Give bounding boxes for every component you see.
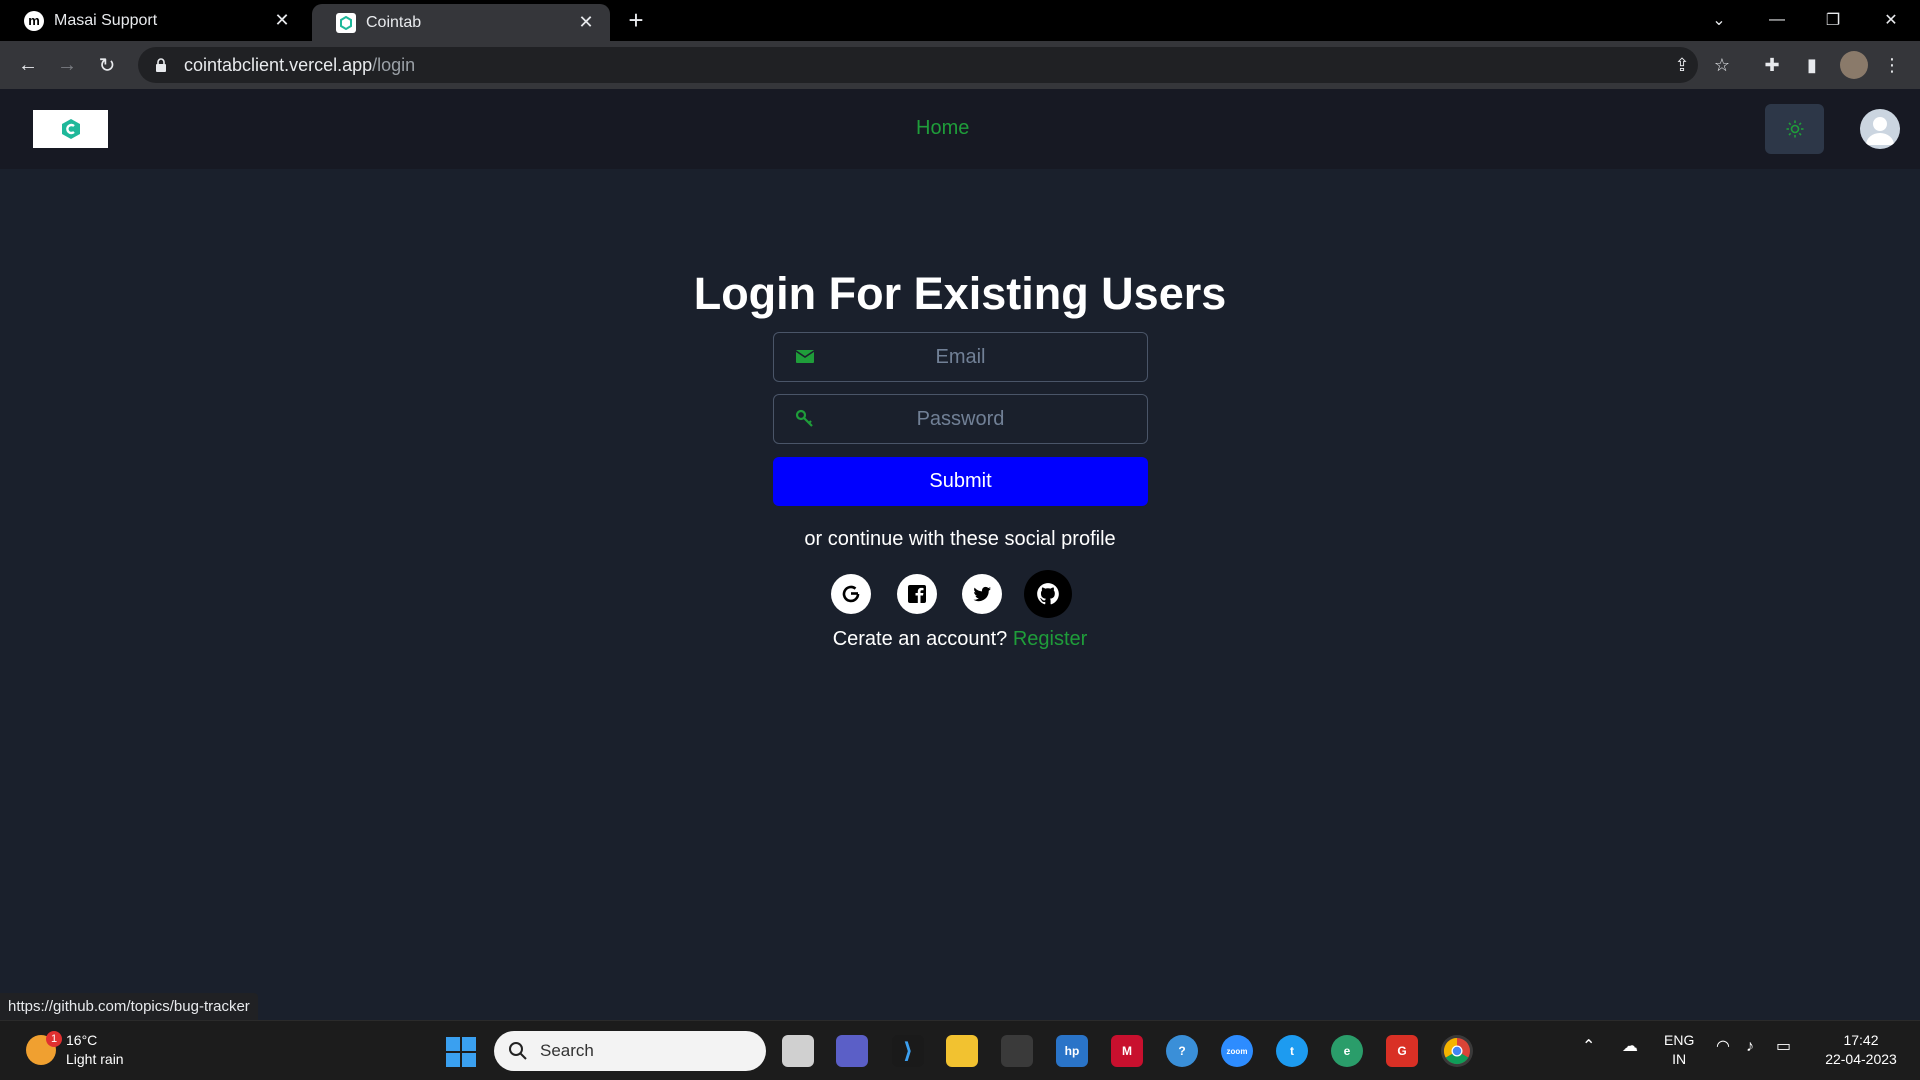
github-icon (1037, 583, 1059, 605)
site-navbar: Home (0, 89, 1920, 169)
password-input[interactable] (774, 395, 1147, 443)
mcafee-icon[interactable]: M (1111, 1035, 1143, 1067)
url-host: cointabclient.vercel.app (184, 54, 373, 75)
taskbar-search[interactable]: Search (494, 1031, 766, 1071)
browser-profile-avatar[interactable] (1840, 51, 1868, 79)
register-line: Cerate an account? Register (0, 628, 1920, 651)
weather-badge: 1 (46, 1031, 62, 1047)
gmail-icon[interactable]: G (1386, 1035, 1418, 1067)
google-icon (842, 585, 860, 603)
register-prompt: Cerate an account? (832, 628, 1008, 650)
reload-icon[interactable]: ↻ (93, 51, 121, 79)
status-bar-url: https://github.com/topics/bug-tracker (0, 993, 258, 1020)
search-icon (509, 1042, 527, 1060)
tray-overflow-chevron-icon[interactable]: ⌃ (1582, 1037, 1595, 1056)
wifi-icon[interactable]: ◠ (1716, 1037, 1730, 1056)
tab-cointab[interactable]: Cointab ✕ (312, 4, 610, 41)
more-menu-icon[interactable]: ⋮ (1880, 53, 1904, 77)
browser-toolbar: ← → ↻ cointabclient.vercel.app/login ⇪ ☆… (0, 41, 1920, 89)
tab-search-chevron-icon[interactable]: ⌄ (1704, 6, 1734, 34)
submit-button[interactable]: Submit (773, 457, 1148, 506)
cointab-logo[interactable] (33, 110, 108, 148)
email-field[interactable] (773, 332, 1148, 382)
social-login-text: or continue with these social profile (804, 528, 1116, 550)
key-icon (795, 409, 813, 427)
side-panel-icon[interactable]: ▮ (1800, 53, 1824, 77)
edge-icon[interactable]: e (1331, 1035, 1363, 1067)
nav-home-link[interactable]: Home (916, 117, 969, 140)
cointab-favicon-icon (336, 12, 356, 33)
tab-masai-support[interactable]: m Masai Support ✕ (0, 0, 306, 41)
zoom-icon[interactable]: zoom (1221, 1035, 1253, 1067)
url-path: /login (372, 54, 416, 75)
google-login-button[interactable] (831, 574, 871, 614)
teams-chat-icon[interactable] (836, 1035, 868, 1067)
email-input[interactable] (774, 333, 1147, 381)
clock[interactable]: 17:42 22-04-2023 (1818, 1031, 1904, 1069)
lock-icon (156, 58, 166, 72)
windows-taskbar: 1 16°C Light rain Search ⟩ hp M ? zoom t… (0, 1020, 1920, 1080)
windows-start-icon[interactable] (446, 1037, 476, 1067)
github-login-button[interactable] (1024, 570, 1072, 618)
back-arrow-icon[interactable]: ← (14, 51, 42, 79)
new-tab-plus-icon[interactable]: + (624, 7, 648, 33)
close-icon[interactable]: ✕ (576, 12, 596, 33)
clock-time: 17:42 (1843, 1032, 1879, 1048)
address-bar[interactable]: cointabclient.vercel.app/login (138, 47, 1698, 83)
register-link[interactable]: Register (1013, 628, 1087, 650)
sun-icon (1786, 120, 1803, 138)
window-close-icon[interactable]: ✕ (1876, 6, 1906, 34)
browser-tab-strip: m Masai Support ✕ Cointab ✕ + ⌄ — ❐ ✕ (0, 0, 1920, 41)
task-view-icon[interactable] (782, 1035, 814, 1067)
restore-icon[interactable]: ❐ (1818, 6, 1848, 34)
user-icon (1866, 117, 1894, 145)
masai-favicon-icon: m (24, 10, 44, 31)
facebook-icon (908, 585, 926, 603)
password-field[interactable] (773, 394, 1148, 444)
tab-title: Masai Support (54, 11, 158, 29)
close-icon[interactable]: ✕ (272, 10, 292, 31)
search-label: Search (540, 1041, 594, 1060)
envelope-icon (795, 350, 815, 363)
battery-icon[interactable]: ▭ (1776, 1037, 1791, 1056)
cointab-logo-icon (61, 119, 80, 139)
share-icon[interactable]: ⇪ (1670, 53, 1694, 77)
minimize-icon[interactable]: — (1762, 6, 1792, 34)
microsoft-store-icon[interactable] (1001, 1035, 1033, 1067)
lang-line1: ENG (1664, 1032, 1695, 1048)
onedrive-icon[interactable]: ☁ (1622, 1037, 1638, 1056)
facebook-login-button[interactable] (897, 574, 937, 614)
weather-desc: Light rain (66, 1051, 124, 1067)
twitter-icon (973, 586, 991, 602)
twitter-app-icon[interactable]: t (1276, 1035, 1308, 1067)
tab-title: Cointab (366, 13, 422, 31)
chrome-logo-icon (1443, 1037, 1470, 1065)
bookmark-star-icon[interactable]: ☆ (1710, 53, 1734, 77)
language-indicator[interactable]: ENG IN (1664, 1031, 1694, 1069)
help-icon[interactable]: ? (1166, 1035, 1198, 1067)
weather-temp: 16°C (66, 1032, 98, 1048)
file-explorer-icon[interactable] (946, 1035, 978, 1067)
weather-widget[interactable]: 1 16°C Light rain (26, 1031, 124, 1069)
twitter-login-button[interactable] (962, 574, 1002, 614)
clock-date: 22-04-2023 (1825, 1051, 1897, 1067)
volume-icon[interactable]: ♪ (1746, 1037, 1754, 1056)
weather-rain-icon: 1 (26, 1031, 62, 1065)
chrome-icon[interactable] (1441, 1035, 1473, 1067)
extensions-puzzle-icon[interactable]: ✚ (1760, 53, 1784, 77)
theme-toggle-button[interactable] (1765, 104, 1824, 154)
forward-arrow-icon[interactable]: → (53, 51, 81, 79)
user-avatar[interactable] (1860, 109, 1900, 149)
login-title: Login For Existing Users (693, 268, 1227, 319)
vscode-icon[interactable]: ⟩ (892, 1035, 924, 1067)
lang-line2: IN (1672, 1051, 1687, 1067)
myhp-icon[interactable]: hp (1056, 1035, 1088, 1067)
